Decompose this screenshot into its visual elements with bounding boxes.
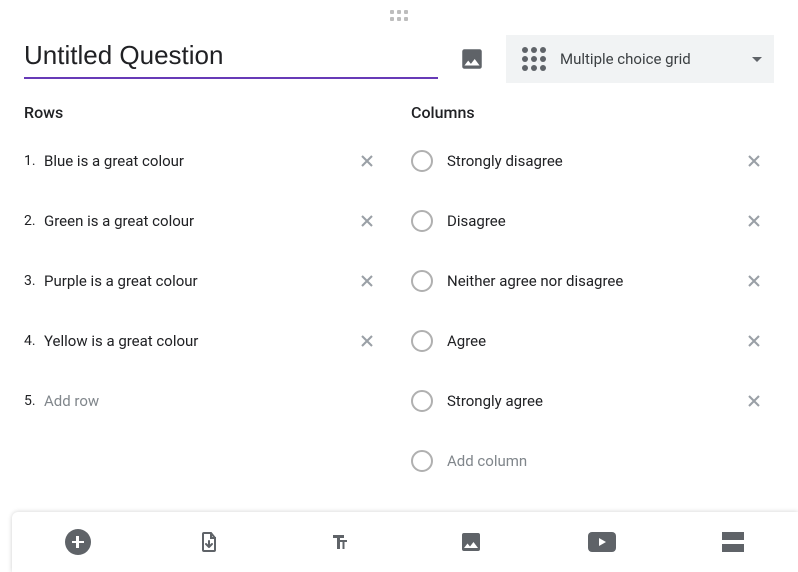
close-icon (357, 211, 377, 231)
column-text-input[interactable]: Neither agree nor disagree (447, 272, 734, 290)
remove-row-button[interactable] (347, 141, 387, 181)
image-icon (459, 46, 485, 72)
column-item: Disagree (411, 198, 774, 244)
row-number: 1. (24, 153, 44, 169)
column-item: Neither agree nor disagree (411, 258, 774, 304)
question-title-input[interactable] (24, 40, 438, 71)
remove-column-button[interactable] (734, 321, 774, 361)
video-icon (588, 532, 616, 552)
row-item: 2. Green is a great colour (24, 198, 387, 244)
row-number: 2. (24, 213, 44, 229)
column-text-input[interactable]: Strongly disagree (447, 152, 734, 170)
close-icon (357, 331, 377, 351)
add-question-button[interactable] (58, 522, 98, 562)
add-row-placeholder[interactable]: Add row (44, 392, 387, 410)
remove-column-button[interactable] (734, 381, 774, 421)
radio-icon (411, 270, 433, 292)
column-item: Agree (411, 318, 774, 364)
radio-icon (411, 330, 433, 352)
remove-column-button[interactable] (734, 201, 774, 241)
row-item: 3. Purple is a great colour (24, 258, 387, 304)
section-icon (722, 532, 744, 552)
chevron-down-icon (752, 57, 762, 62)
question-title-field[interactable] (24, 40, 438, 79)
column-text-input[interactable]: Agree (447, 332, 734, 350)
row-text-input[interactable]: Blue is a great colour (44, 152, 347, 170)
add-column-placeholder[interactable]: Add column (447, 452, 774, 470)
row-number: 5. (24, 393, 44, 409)
drag-handle[interactable] (0, 0, 798, 25)
close-icon (744, 391, 764, 411)
add-row-item[interactable]: 5. Add row (24, 378, 387, 424)
columns-heading: Columns (411, 103, 774, 122)
floating-toolbar (12, 512, 798, 572)
column-text-input[interactable]: Disagree (447, 212, 734, 230)
radio-icon (411, 150, 433, 172)
column-item: Strongly disagree (411, 138, 774, 184)
remove-row-button[interactable] (347, 321, 387, 361)
import-icon (197, 530, 221, 554)
row-text-input[interactable]: Yellow is a great colour (44, 332, 347, 350)
row-number: 3. (24, 273, 44, 289)
column-text-input[interactable]: Strongly agree (447, 392, 734, 410)
text-icon (328, 530, 352, 554)
add-image-button[interactable] (452, 39, 492, 79)
drag-icon (390, 10, 408, 21)
remove-column-button[interactable] (734, 141, 774, 181)
row-text-input[interactable]: Purple is a great colour (44, 272, 347, 290)
add-image-toolbar-button[interactable] (451, 522, 491, 562)
add-circle-icon (65, 529, 91, 555)
close-icon (357, 151, 377, 171)
remove-row-button[interactable] (347, 201, 387, 241)
columns-section: Columns Strongly disagree Disagree Neith… (411, 103, 774, 498)
radio-icon (411, 450, 433, 472)
row-item: 4. Yellow is a great colour (24, 318, 387, 364)
import-questions-button[interactable] (189, 522, 229, 562)
rows-section: Rows 1. Blue is a great colour 2. Green … (24, 103, 387, 498)
image-icon (459, 530, 483, 554)
row-item: 1. Blue is a great colour (24, 138, 387, 184)
grid-icon (522, 47, 546, 71)
close-icon (744, 151, 764, 171)
column-item: Strongly agree (411, 378, 774, 424)
question-type-selector[interactable]: Multiple choice grid (506, 35, 774, 83)
add-column-item[interactable]: Add column (411, 438, 774, 484)
radio-icon (411, 390, 433, 412)
add-video-button[interactable] (582, 522, 622, 562)
remove-column-button[interactable] (734, 261, 774, 301)
remove-row-button[interactable] (347, 261, 387, 301)
close-icon (744, 211, 764, 231)
row-text-input[interactable]: Green is a great colour (44, 212, 347, 230)
close-icon (744, 331, 764, 351)
add-section-button[interactable] (713, 522, 753, 562)
close-icon (357, 271, 377, 291)
rows-heading: Rows (24, 103, 387, 122)
close-icon (744, 271, 764, 291)
radio-icon (411, 210, 433, 232)
question-type-label: Multiple choice grid (560, 50, 738, 68)
add-title-button[interactable] (320, 522, 360, 562)
row-number: 4. (24, 333, 44, 349)
